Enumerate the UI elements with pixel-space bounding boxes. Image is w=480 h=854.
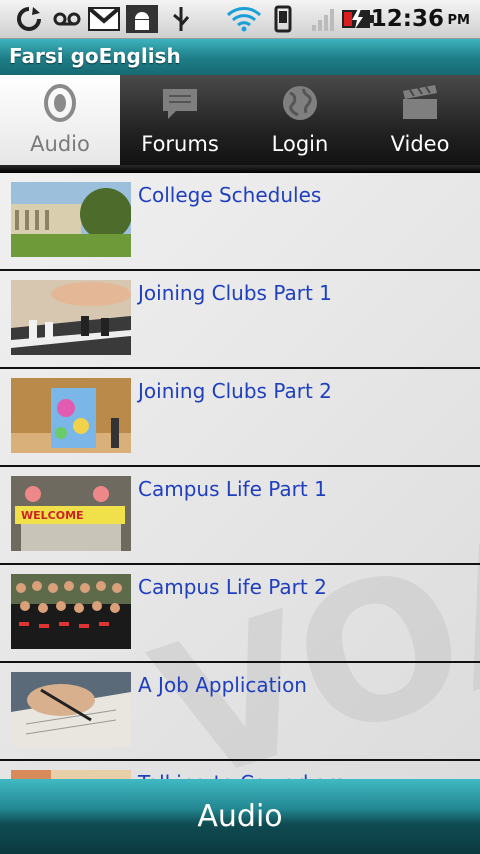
thumbnail-group-photo xyxy=(11,574,131,649)
status-bar: 12:36 PM xyxy=(0,0,480,39)
tab-login[interactable]: Login xyxy=(240,75,360,168)
list-item[interactable]: College Schedules xyxy=(0,173,480,271)
list-item[interactable]: WELCOME Campus Life Part 1 xyxy=(0,467,480,565)
usb-icon xyxy=(173,7,190,31)
thumbnail-chess xyxy=(11,280,131,355)
tab-label: Forums xyxy=(141,132,219,156)
sync-icon xyxy=(17,7,41,31)
thumbnail-coworkers xyxy=(11,770,131,779)
item-title: Talking to Coworkers xyxy=(138,771,345,779)
thumbnail-writing xyxy=(11,672,131,747)
list-item[interactable]: Joining Clubs Part 2 xyxy=(0,369,480,467)
globe-icon xyxy=(283,86,317,120)
item-title: Joining Clubs Part 1 xyxy=(138,281,332,305)
tab-label: Login xyxy=(271,132,329,156)
tab-label: Video xyxy=(390,132,450,156)
tab-bar: Audio Forums Login Video xyxy=(0,75,480,168)
list-item[interactable]: Joining Clubs Part 1 xyxy=(0,271,480,369)
item-title: Campus Life Part 1 xyxy=(138,477,327,501)
signal-icon xyxy=(312,9,334,31)
thumbnail-welcome-banner: WELCOME xyxy=(11,476,131,551)
android-debug-icon xyxy=(126,5,158,33)
voicemail-icon xyxy=(53,12,81,26)
tab-audio[interactable]: Audio xyxy=(0,75,120,168)
item-title: Joining Clubs Part 2 xyxy=(138,379,332,403)
list-item[interactable]: A Job Application xyxy=(0,663,480,761)
current-section-label: Audio xyxy=(197,799,283,834)
item-title: Campus Life Part 2 xyxy=(138,575,327,599)
audio-list[interactable]: VOA College Schedules Joining Clubs Part… xyxy=(0,173,480,779)
thumbnail-campus-building xyxy=(11,182,131,257)
title-bar: Farsi goEnglish xyxy=(0,39,480,75)
list-item[interactable]: Talking to Coworkers xyxy=(0,761,480,779)
vibrate-icon xyxy=(274,5,292,33)
list-item[interactable]: Campus Life Part 2 xyxy=(0,565,480,663)
bottom-bar: Audio xyxy=(0,779,480,854)
speaker-icon xyxy=(44,84,76,122)
item-title: College Schedules xyxy=(138,183,322,207)
tab-label: Audio xyxy=(30,132,90,156)
gmail-icon xyxy=(88,7,120,31)
app-title: Farsi goEnglish xyxy=(9,44,181,68)
tab-video[interactable]: Video xyxy=(360,75,480,168)
status-time: 12:36 xyxy=(370,6,444,32)
svg-text:WELCOME: WELCOME xyxy=(21,509,84,522)
item-title: A Job Application xyxy=(138,673,307,697)
chat-bubble-icon xyxy=(163,89,197,119)
clapperboard-icon xyxy=(403,85,437,119)
wifi-icon xyxy=(226,7,262,32)
tab-forums[interactable]: Forums xyxy=(120,75,240,168)
thumbnail-tie-dye xyxy=(11,378,131,453)
tab-divider xyxy=(0,165,480,173)
status-ampm: PM xyxy=(447,13,470,28)
